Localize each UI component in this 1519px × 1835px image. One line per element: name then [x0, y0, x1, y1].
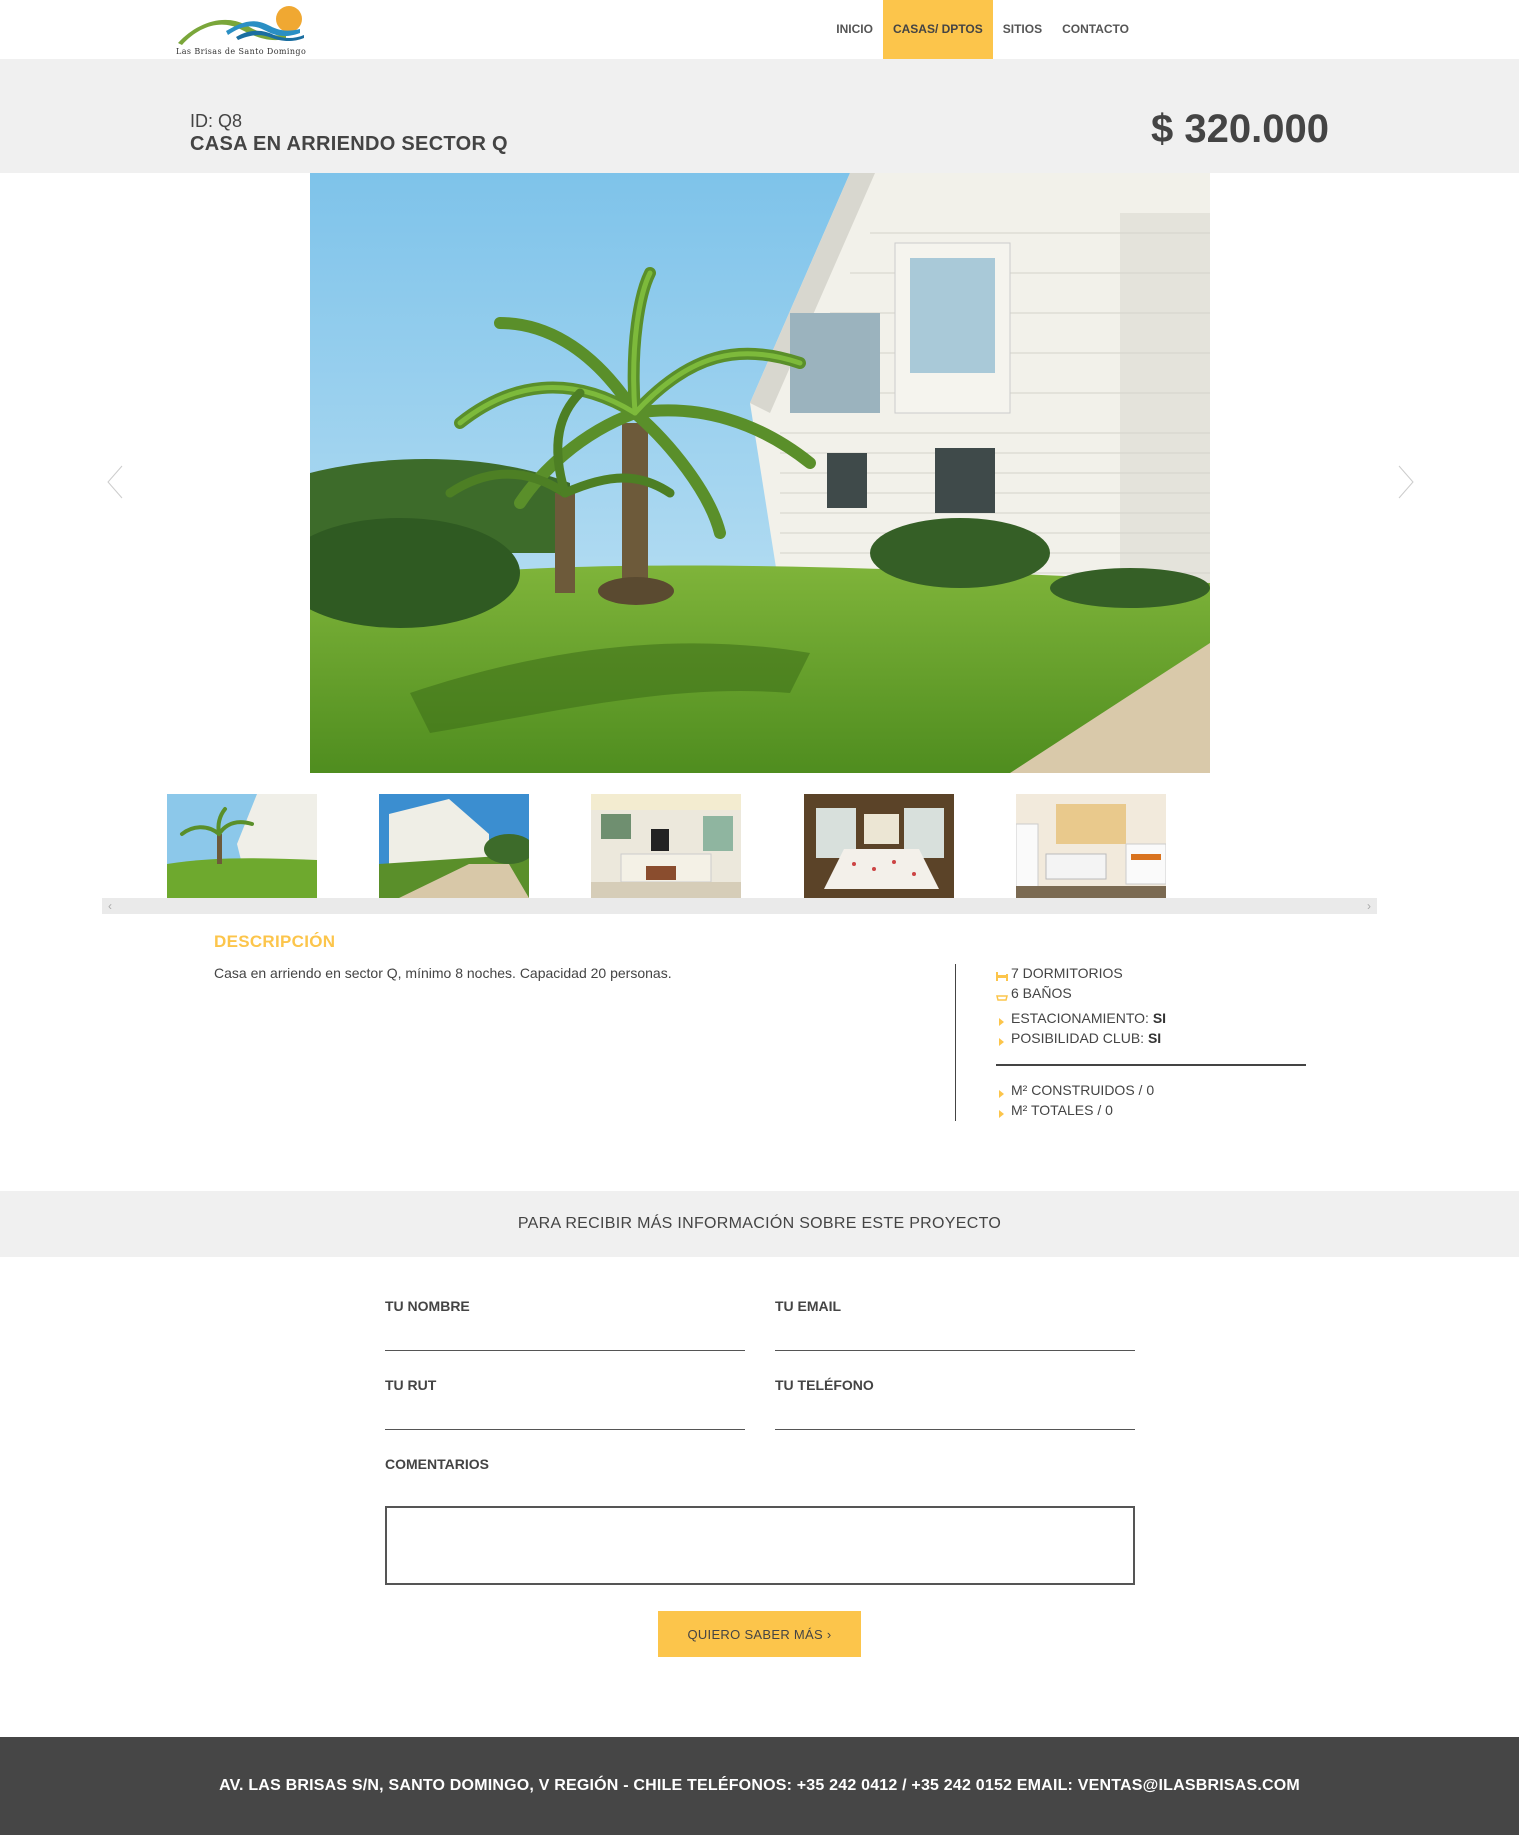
- features-divider: [996, 1064, 1306, 1066]
- more-info-band: PARA RECIBIR MÁS INFORMACIÓN SOBRE ESTE …: [0, 1191, 1519, 1257]
- description-heading: DESCRIPCIÓN: [214, 932, 336, 951]
- caret-right-icon: [996, 1034, 1008, 1046]
- caret-right-icon: [996, 1106, 1008, 1118]
- main-nav: INICIO CASAS/ DPTOS SITIOS CONTACTO: [826, 0, 1139, 59]
- rut-field[interactable]: [385, 1398, 745, 1430]
- bathtub-icon: [996, 989, 1008, 1001]
- main-property-photo[interactable]: [310, 173, 1210, 773]
- site-footer: AV. LAS BRISAS S/N, SANTO DOMINGO, V REG…: [0, 1737, 1519, 1835]
- chevron-right-icon: [1397, 465, 1415, 499]
- description-text: Casa en arriendo en sector Q, mínimo 8 n…: [214, 965, 672, 981]
- sun-and-waves-logo-icon: [178, 6, 304, 45]
- telefono-field[interactable]: [775, 1398, 1135, 1430]
- thumbnail-kitchen[interactable]: [1016, 794, 1166, 898]
- house-with-palm-tree-photo: [310, 173, 1210, 773]
- scroll-left-icon[interactable]: ‹: [104, 898, 116, 914]
- thumbnail-house-driveway[interactable]: [379, 794, 529, 898]
- email-field[interactable]: [775, 1319, 1135, 1351]
- feature-totales: M² TOTALES / 0: [996, 1102, 1306, 1122]
- feature-estacionamiento: ESTACIONAMIENTO: SI: [996, 1010, 1306, 1030]
- chevron-left-icon: [106, 465, 124, 499]
- nav-sitios[interactable]: SITIOS: [993, 0, 1052, 59]
- site-logo[interactable]: Las Brisas de Santo Domingo: [176, 5, 312, 59]
- property-price: $ 320.000: [1151, 107, 1329, 151]
- nombre-label: TU NOMBRE: [385, 1298, 470, 1314]
- caret-right-icon: [996, 1014, 1008, 1026]
- email-label: TU EMAIL: [775, 1298, 842, 1314]
- logo-text: Las Brisas de Santo Domingo: [176, 47, 307, 56]
- thumbnail-strip: [167, 794, 1167, 898]
- nav-casas-dptos[interactable]: CASAS/ DPTOS: [882, 0, 993, 59]
- features-area-list: M² CONSTRUIDOS / 0 M² TOTALES / 0: [996, 1082, 1306, 1122]
- bed-icon: [996, 969, 1008, 981]
- comentarios-field[interactable]: [385, 1506, 1135, 1585]
- gallery-prev-arrow[interactable]: [104, 462, 128, 502]
- feature-club: POSIBILIDAD CLUB: SI: [996, 1030, 1306, 1050]
- thumbnail-living-room[interactable]: [591, 794, 741, 898]
- feature-banos: 6 BAÑOS: [996, 985, 1306, 1005]
- gallery-next-arrow[interactable]: [1393, 462, 1417, 502]
- caret-right-icon: [996, 1086, 1008, 1098]
- nav-contacto[interactable]: CONTACTO: [1052, 0, 1139, 59]
- nombre-field[interactable]: [385, 1319, 745, 1351]
- thumbnail-house-palm[interactable]: [167, 794, 317, 898]
- thumbnail-scrollbar[interactable]: ‹ ›: [102, 898, 1377, 914]
- feature-construidos: M² CONSTRUIDOS / 0: [996, 1082, 1306, 1102]
- features-list: 7 DORMITORIOS 6 BAÑOS ESTACIONAMIENTO: S…: [996, 965, 1306, 1050]
- property-title: CASA EN ARRIENDO SECTOR Q: [190, 133, 508, 155]
- telefono-label: TU TELÉFONO: [775, 1377, 874, 1393]
- description-divider: [955, 964, 956, 1121]
- comentarios-label: COMENTARIOS: [385, 1456, 489, 1472]
- thumbnail-dining-room[interactable]: [804, 794, 954, 898]
- nav-inicio[interactable]: INICIO: [826, 0, 883, 59]
- site-header: Las Brisas de Santo Domingo INICIO CASAS…: [0, 0, 1519, 59]
- rut-label: TU RUT: [385, 1377, 437, 1393]
- feature-dormitorios: 7 DORMITORIOS: [996, 965, 1306, 985]
- scroll-right-icon[interactable]: ›: [1363, 898, 1375, 914]
- submit-button[interactable]: QUIERO SABER MÁS ›: [658, 1611, 861, 1657]
- property-id: ID: Q8: [190, 111, 243, 131]
- property-title-band: ID: Q8 CASA EN ARRIENDO SECTOR Q $ 320.0…: [0, 59, 1519, 173]
